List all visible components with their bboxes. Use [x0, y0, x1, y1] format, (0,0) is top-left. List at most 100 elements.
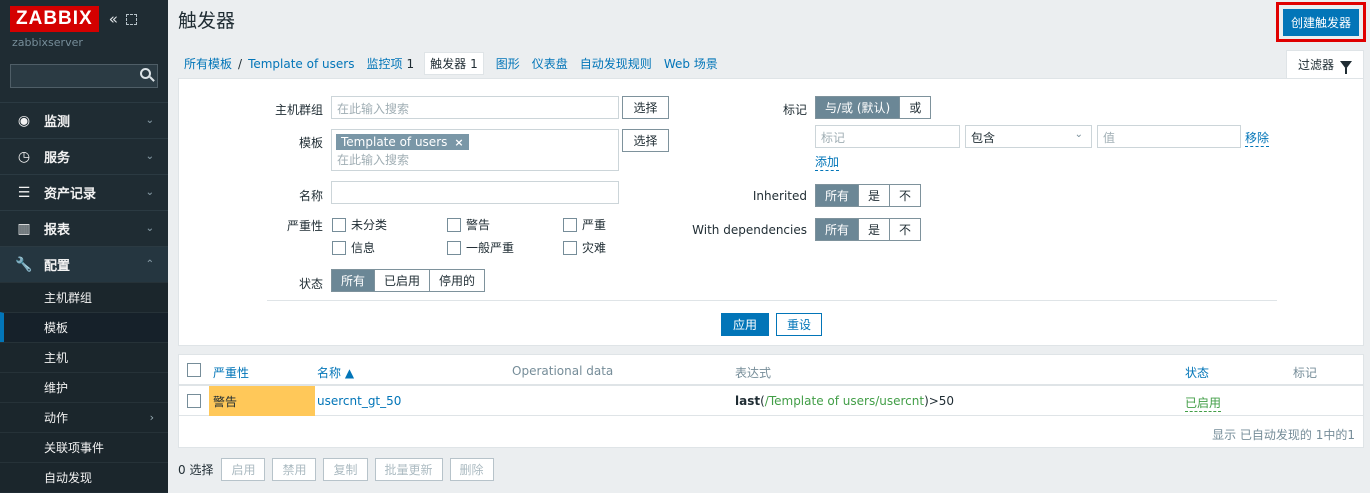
close-icon[interactable]: × — [454, 136, 463, 149]
severity-warning-checkbox[interactable]: 警告 — [447, 216, 490, 233]
severity-information-checkbox[interactable]: 信息 — [332, 239, 375, 256]
list-icon: ☰ — [17, 184, 31, 201]
checkbox-label: 灾难 — [582, 241, 607, 255]
enable-button[interactable]: 启用 — [221, 458, 266, 481]
state-option-disabled[interactable]: 停用的 — [429, 270, 485, 291]
menu-item-configuration[interactable]: 🔧 配置 ⌃ — [0, 246, 168, 282]
filter-tab[interactable]: 过滤器 — [1286, 50, 1364, 78]
submenu-host-groups[interactable]: 主机群组 — [0, 282, 168, 312]
search-icon[interactable] — [140, 68, 151, 79]
severity-cell: 警告 — [209, 386, 315, 416]
mass-action-bar: 0 选择 启用 禁用 复制 批量更新 删除 — [178, 458, 501, 481]
inherited-option-all[interactable]: 所有 — [816, 185, 859, 206]
state-option-enabled[interactable]: 已启用 — [374, 270, 430, 291]
dependencies-option-no[interactable]: 不 — [889, 219, 921, 240]
severity-high-checkbox[interactable]: 严重 — [563, 216, 606, 233]
checkbox-box[interactable] — [563, 217, 577, 232]
column-expression: 表达式 — [735, 366, 772, 380]
column-severity[interactable]: 严重性 — [213, 364, 249, 381]
submenu-hosts[interactable]: 主机 — [0, 342, 168, 372]
severity-average-checkbox[interactable]: 一般严重 — [447, 239, 514, 256]
submenu-actions[interactable]: 动作 › — [0, 402, 168, 432]
checkbox-box[interactable] — [447, 217, 461, 232]
tab-discovery-rules[interactable]: 自动发现规则 — [580, 55, 652, 72]
column-name[interactable]: 名称 ▲ — [317, 364, 354, 381]
status-toggle-link[interactable]: 已启用 — [1185, 394, 1222, 412]
server-name: zabbixserver — [12, 36, 83, 49]
name-input[interactable] — [331, 181, 619, 204]
breadcrumb-template[interactable]: Template of users — [248, 57, 354, 71]
severity-not-classified-checkbox[interactable]: 未分类 — [332, 216, 387, 233]
expression-function: last — [735, 394, 761, 408]
breadcrumb: 所有模板 / Template of users 监控项 1 触发器 1 图形 仪表… — [184, 52, 718, 75]
copy-button[interactable]: 复制 — [323, 458, 368, 481]
menu-item-services[interactable]: ◷ 服务 ⌄ — [0, 138, 168, 174]
submenu-templates[interactable]: 模板 — [0, 312, 168, 342]
chip-label: Template of users — [341, 135, 448, 149]
checkbox-box[interactable] — [332, 217, 346, 232]
table-row: 警告 usercnt_gt_50 last(/Template of users… — [179, 386, 1363, 416]
apply-button[interactable]: 应用 — [721, 313, 770, 336]
select-all-checkbox[interactable] — [187, 363, 201, 377]
tag-add-link[interactable]: 添加 — [815, 153, 840, 171]
expression-item-link[interactable]: /Template of users/usercnt — [765, 394, 924, 408]
template-multiselect[interactable]: Template of users × 在此输入搜索 — [331, 129, 619, 171]
menu-item-label: 配置 — [44, 259, 71, 274]
column-status[interactable]: 状态 — [1185, 364, 1209, 381]
chevron-up-icon: ⌃ — [145, 259, 154, 270]
sidebar-search-input[interactable] — [10, 64, 158, 88]
submenu-event-correlation[interactable]: 关联项事件 — [0, 432, 168, 462]
chevron-down-icon: ⌄ — [145, 151, 154, 162]
menu-item-monitoring[interactable]: ◉ 监测 ⌄ — [0, 102, 168, 138]
menu-item-inventory[interactable]: ☰ 资产记录 ⌄ — [0, 174, 168, 210]
tab-label: 触发器 — [430, 57, 467, 71]
tab-triggers[interactable]: 触发器 1 — [424, 52, 484, 75]
dependencies-option-yes[interactable]: 是 — [858, 219, 890, 240]
mass-update-button[interactable]: 批量更新 — [374, 458, 443, 481]
dependencies-option-all[interactable]: 所有 — [816, 219, 859, 240]
checkbox-label: 未分类 — [351, 218, 388, 232]
host-group-input[interactable]: 在此输入搜索 — [331, 96, 619, 119]
row-checkbox[interactable] — [187, 394, 201, 408]
menu-item-label: 资产记录 — [44, 187, 97, 202]
submenu-discovery[interactable]: 自动发现 — [0, 462, 168, 492]
severity-disaster-checkbox[interactable]: 灾难 — [563, 239, 606, 256]
menu-item-label: 报表 — [44, 223, 71, 238]
checkbox-box[interactable] — [563, 240, 577, 255]
inherited-option-yes[interactable]: 是 — [858, 185, 890, 206]
tab-count: 1 — [470, 57, 478, 71]
tag-remove-link[interactable]: 移除 — [1245, 129, 1270, 147]
trigger-name-link[interactable]: usercnt_gt_50 — [317, 394, 401, 408]
tab-items[interactable]: 监控项 1 — [366, 55, 414, 72]
template-search-input[interactable]: 在此输入搜索 — [332, 150, 618, 169]
tag-operator-select[interactable]: 包含 ⌄ — [965, 125, 1092, 148]
collapse-sidebar-icon[interactable]: « — [109, 10, 118, 28]
submenu-maintenance[interactable]: 维护 — [0, 372, 168, 402]
submenu-label: 动作 — [44, 411, 69, 425]
disable-button[interactable]: 禁用 — [272, 458, 317, 481]
reset-button[interactable]: 重设 — [776, 313, 823, 336]
state-option-all[interactable]: 所有 — [332, 270, 375, 291]
menu-item-reports[interactable]: ▥ 报表 ⌄ — [0, 210, 168, 246]
tab-dashboards[interactable]: 仪表盘 — [532, 55, 568, 72]
host-group-select-button[interactable]: 选择 — [622, 96, 669, 119]
severity-label: 严重性 — [286, 219, 323, 233]
tag-name-input[interactable]: 标记 — [815, 125, 960, 148]
tab-web-scenarios[interactable]: Web 场景 — [664, 55, 718, 72]
inherited-option-no[interactable]: 不 — [889, 185, 921, 206]
checkbox-box[interactable] — [447, 240, 461, 255]
tags-and-or-option[interactable]: 与/或 (默认) — [816, 97, 900, 118]
checkbox-label: 严重 — [582, 218, 607, 232]
create-trigger-button[interactable]: 创建触发器 — [1282, 8, 1359, 36]
delete-button[interactable]: 删除 — [449, 458, 494, 481]
tags-or-option[interactable]: 或 — [899, 97, 931, 118]
checkbox-box[interactable] — [332, 240, 346, 255]
breadcrumb-all-templates[interactable]: 所有模板 — [184, 55, 232, 72]
menu-item-label: 服务 — [44, 151, 71, 166]
kiosk-mode-icon[interactable] — [125, 13, 137, 25]
zabbix-logo[interactable]: ZABBIX — [10, 6, 99, 32]
tab-graphs[interactable]: 图形 — [496, 55, 520, 72]
tag-value-input[interactable]: 值 — [1097, 125, 1241, 148]
template-select-button[interactable]: 选择 — [622, 129, 669, 152]
column-tags: 标记 — [1293, 366, 1318, 380]
